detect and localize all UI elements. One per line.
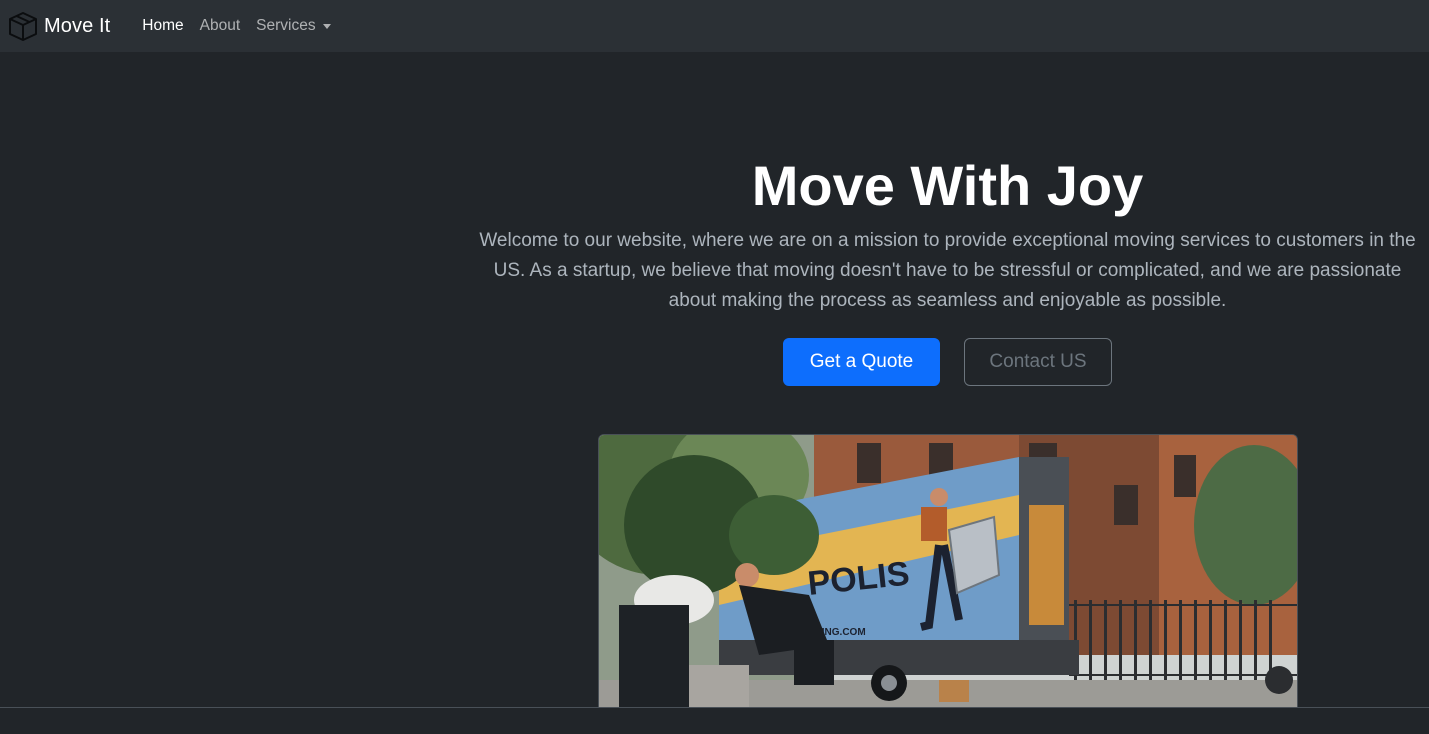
contact-us-button[interactable]: Contact US xyxy=(964,338,1112,386)
nav-services-label: Services xyxy=(256,17,316,34)
nav-links: Home About Services xyxy=(134,17,338,35)
brand-name: Move It xyxy=(44,14,111,37)
brand-link[interactable]: Move It xyxy=(7,10,110,42)
hero-lead: Welcome to our website, where we are on … xyxy=(479,230,1416,311)
caret-down-icon xyxy=(322,23,331,29)
box-icon xyxy=(9,12,37,41)
footer-divider xyxy=(0,707,1429,734)
navbar: Move It Home About Services xyxy=(0,0,1429,52)
nav-about[interactable]: About xyxy=(192,17,249,35)
hero-image: POLIS MOVING.COM xyxy=(598,434,1298,708)
hero-title: Move With Joy xyxy=(751,154,1144,217)
nav-services-dropdown[interactable]: Services xyxy=(248,17,338,35)
get-quote-button[interactable]: Get a Quote xyxy=(783,338,940,386)
moving-truck-photo: POLIS MOVING.COM xyxy=(599,435,1297,708)
nav-home[interactable]: Home xyxy=(134,17,191,35)
